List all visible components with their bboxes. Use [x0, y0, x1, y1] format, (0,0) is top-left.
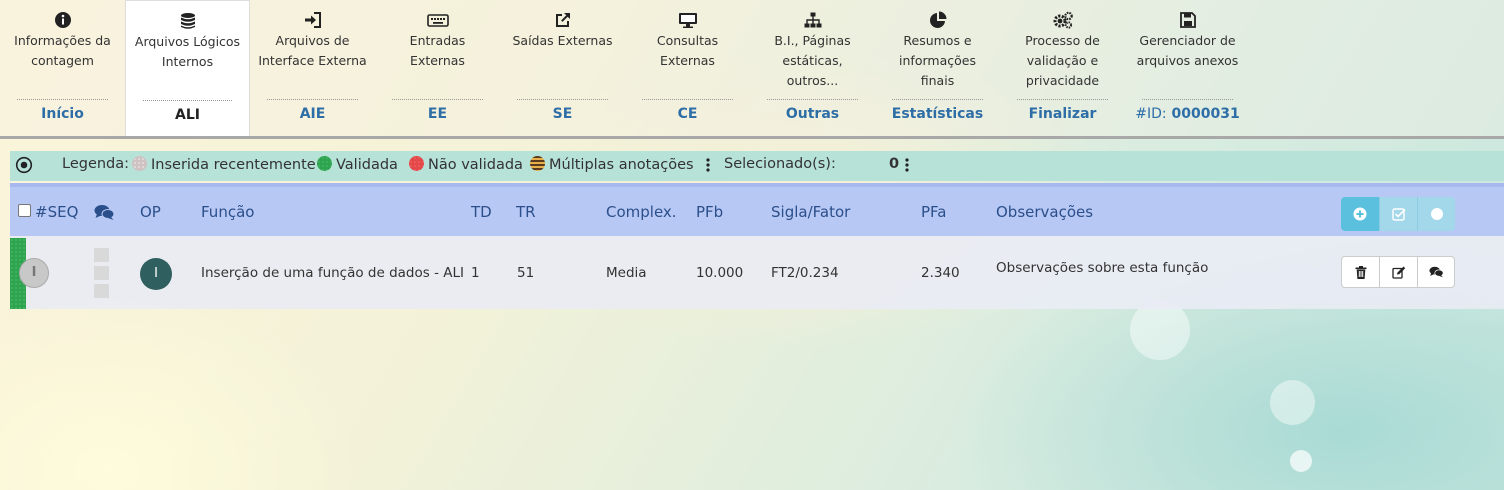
header-seq: #SEQ: [18, 203, 78, 221]
header-sigla-fator: Sigla/Fator: [771, 203, 851, 221]
tab-label: Saídas Externas: [512, 33, 613, 48]
top-navigation: Informações da contagem Início Arquivos …: [0, 0, 1504, 139]
legend-multiple: Múltiplas anotações: [530, 156, 694, 173]
legend-validated: Validada: [317, 156, 398, 173]
tab-label: B.I., Páginas estáticas, outros...: [774, 33, 851, 88]
tab-se[interactable]: Saídas Externas SE: [500, 0, 625, 136]
trash-icon: [1342, 266, 1379, 279]
header-complex: Complex.: [606, 203, 677, 221]
seq-badge[interactable]: I: [19, 258, 49, 288]
header-tr: TR: [516, 203, 536, 221]
tab-ee[interactable]: Entradas Externas EE: [375, 0, 500, 136]
header-observacoes: Observações: [996, 203, 1094, 221]
tab-label: Arquivos de Interface Externa: [258, 33, 367, 68]
tab-label: Consultas Externas: [656, 33, 719, 68]
sign-in-icon: [304, 11, 322, 29]
tab-label: Informações da contagem: [14, 33, 111, 68]
header-td: TD: [471, 203, 492, 221]
legend-validated-dot: [317, 156, 332, 171]
row-button-group: [1341, 256, 1455, 288]
cell-complex: Media: [606, 265, 647, 281]
header-funcao: Função: [201, 203, 255, 221]
tab-short: AIE: [299, 106, 326, 122]
edit-button[interactable]: [1379, 257, 1417, 287]
edit-icon: [1380, 266, 1417, 279]
count-id-prefix: #ID:: [1135, 106, 1167, 122]
legend-not-validated-dot: [409, 156, 424, 171]
tab-estatisticas[interactable]: Resumos e informações finais Estatística…: [875, 0, 1000, 136]
legend-not-validated: Não validada: [409, 156, 523, 173]
validate-selected-button[interactable]: [1379, 197, 1418, 231]
legend-recent: Inserida recentemente: [132, 156, 316, 173]
selected-menu-icon[interactable]: [904, 156, 910, 174]
legend-bar: Legenda: Inserida recentemente Validada …: [10, 151, 1504, 181]
kebab-menu-icon[interactable]: [705, 156, 711, 174]
count-id: #ID: 0000031: [1125, 106, 1250, 122]
tab-short: ALI: [175, 107, 200, 123]
add-button[interactable]: [1341, 197, 1379, 231]
check-square-icon: [1380, 207, 1418, 221]
selected-label: Selecionado(s):: [724, 156, 836, 172]
tab-short: Finalizar: [1028, 106, 1097, 122]
sitemap-icon: [804, 11, 822, 29]
tab-label: Entradas Externas: [409, 33, 466, 68]
count-id-value: 0000031: [1171, 106, 1240, 122]
comments-icon: [94, 204, 115, 221]
tab-label: Arquivos Lógicos Internos: [134, 34, 241, 69]
tab-label: Processo de validação e privacidade: [1025, 33, 1100, 88]
monitor-icon: [678, 11, 698, 29]
table-row[interactable]: I I Inserção de uma função de dados - AL…: [10, 236, 1504, 309]
cell-pfa: 2.340: [921, 265, 960, 281]
database-icon: [179, 12, 197, 30]
tab-ce[interactable]: Consultas Externas CE: [625, 0, 750, 136]
header-op: OP: [140, 203, 161, 221]
toggle-selection-button[interactable]: [1417, 197, 1455, 231]
annotation-slot: [94, 284, 109, 298]
plus-circle-icon: [1341, 207, 1379, 221]
tab-short: SE: [552, 106, 573, 122]
annotation-slot: [94, 266, 109, 280]
comments-icon: [1418, 266, 1454, 278]
tab-finalizar[interactable]: Processo de validação e privacidade Fina…: [1000, 0, 1125, 136]
op-badge: I: [140, 258, 172, 290]
legend-title: Legenda:: [62, 156, 130, 172]
legend-recent-dot: [132, 156, 147, 171]
keyboard-icon: [426, 11, 449, 29]
target-icon[interactable]: [15, 156, 33, 174]
tab-short: EE: [427, 106, 448, 122]
tab-short: Início: [41, 106, 84, 122]
selected-count: 0: [889, 156, 900, 172]
legend-multiple-dot: [530, 156, 545, 171]
tab-ali[interactable]: Arquivos Lógicos Internos ALI: [125, 0, 250, 136]
circle-icon: [1418, 207, 1455, 221]
cell-sigla-fator: FT2/0.234: [771, 265, 839, 281]
annotation-slot: [94, 248, 109, 262]
tab-gerenciador-arquivos[interactable]: Gerenciador de arquivos anexos #ID: 0000…: [1125, 0, 1250, 136]
cell-observacoes: Observações sobre esta função: [996, 260, 1209, 276]
pie-chart-icon: [929, 11, 947, 29]
cell-funcao: Inserção de uma função de dados - ALI: [201, 265, 464, 281]
tab-short: Outras: [785, 106, 840, 122]
save-icon: [1179, 11, 1197, 29]
delete-button[interactable]: [1342, 257, 1379, 287]
tab-inicio[interactable]: Informações da contagem Início: [0, 0, 125, 136]
cell-pfb: 10.000: [696, 265, 744, 281]
tab-aie[interactable]: Arquivos de Interface Externa AIE: [250, 0, 375, 136]
tab-short: CE: [677, 106, 698, 122]
table-header: #SEQ OP Função TD TR Complex. PFb Sigla/…: [10, 183, 1504, 236]
cell-tr: 51: [517, 265, 535, 281]
gears-icon: [1052, 11, 1074, 29]
header-button-group: [1341, 197, 1455, 231]
external-link-icon: [554, 11, 572, 29]
header-pfa: PFa: [921, 203, 947, 221]
tab-label: Resumos e informações finais: [899, 33, 976, 88]
select-all-checkbox[interactable]: [18, 204, 31, 217]
header-pfb: PFb: [696, 203, 724, 221]
comment-button[interactable]: [1417, 257, 1454, 287]
info-circle-icon: [54, 11, 72, 29]
tab-label: Gerenciador de arquivos anexos: [1136, 33, 1239, 68]
cell-td: 1: [471, 265, 480, 281]
tab-outras[interactable]: B.I., Páginas estáticas, outros... Outra…: [750, 0, 875, 136]
tab-short: Estatísticas: [891, 106, 984, 122]
